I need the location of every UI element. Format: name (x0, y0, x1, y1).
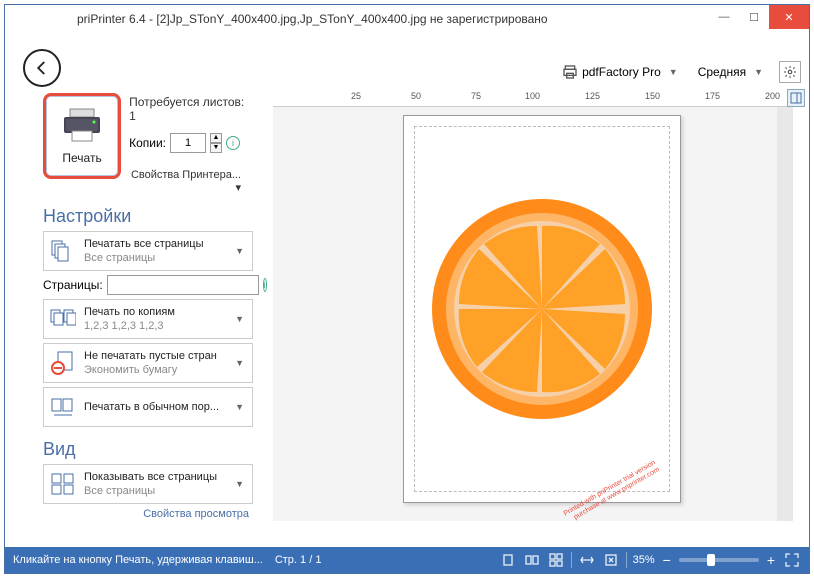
chevron-down-icon: ▼ (231, 479, 248, 489)
option-sub: Экономить бумагу (84, 363, 231, 377)
ruler-tick: 175 (705, 91, 720, 101)
settings-button[interactable] (779, 61, 801, 83)
zoom-out-button[interactable]: − (661, 553, 673, 567)
option-title: Печатать все страницы (84, 237, 231, 251)
topbar: pdfFactory Pro ▼ Средняя ▼ (558, 61, 801, 83)
ruler-tick: 25 (351, 91, 361, 101)
copies-label: Копии: (129, 136, 166, 150)
status-page: Стр. 1 / 1 (275, 554, 322, 566)
option-title: Печатать в обычном пор... (84, 400, 231, 414)
sheets-required: Потребуется листов: 1 (129, 95, 253, 123)
pages-icon (48, 237, 78, 265)
status-right: 35% − + (499, 551, 801, 569)
view-header: Вид (43, 439, 253, 460)
titlebar: priPrinter 6.4 - [2]Jp_STonY_400x400.jpg… (5, 5, 809, 33)
maximize-button[interactable]: ☐ (739, 5, 769, 29)
statusbar: Кликайте на кнопку Печать, удерживая кла… (5, 547, 809, 573)
fullscreen-icon[interactable] (783, 551, 801, 569)
back-button[interactable] (23, 49, 61, 87)
close-button[interactable]: ✕ (769, 5, 809, 29)
ruler-tick: 100 (525, 91, 540, 101)
separator (626, 552, 627, 568)
orange-slice-image (427, 194, 657, 424)
zoom-slider[interactable] (679, 558, 759, 562)
order-icon (48, 393, 78, 421)
print-button-label: Печать (62, 151, 101, 165)
print-side-info: Потребуется листов: 1 Копии: ▲ ▼ i Свойс… (129, 93, 253, 194)
separator (571, 552, 572, 568)
printer-icon (60, 107, 104, 143)
option-title: Печать по копиям (84, 305, 231, 319)
info-icon[interactable]: i (263, 278, 267, 292)
info-icon[interactable]: i (226, 136, 240, 150)
pages-row: Страницы: i (43, 275, 253, 295)
window-title: priPrinter 6.4 - [2]Jp_STonY_400x400.jpg… (77, 12, 548, 26)
spin-down[interactable]: ▼ (210, 143, 222, 153)
page-preview[interactable]: Printed with priPrinter trial version pu… (403, 115, 681, 503)
print-section: Печать Потребуется листов: 1 Копии: ▲ ▼ … (43, 93, 253, 194)
window-controls: — ☐ ✕ (709, 5, 809, 29)
toggle-right-panel[interactable] (787, 89, 805, 107)
panel-icon (790, 92, 802, 104)
printer-icon (562, 64, 578, 80)
view-book-icon[interactable] (523, 551, 541, 569)
left-panel: Печать Потребуется листов: 1 Копии: ▲ ▼ … (43, 93, 253, 520)
printer-selector[interactable]: pdfFactory Pro ▼ (558, 62, 686, 82)
vertical-scrollbar[interactable] (777, 107, 793, 521)
skip-empty-option[interactable]: Не печатать пустые стран Экономить бумаг… (43, 343, 253, 383)
ruler-tick: 150 (645, 91, 660, 101)
fit-page-icon[interactable] (602, 551, 620, 569)
zoom-in-button[interactable]: + (765, 553, 777, 567)
no-print-icon (48, 349, 78, 377)
copies-row: Копии: ▲ ▼ i (129, 133, 253, 153)
zoom-value: 35% (633, 554, 655, 566)
ruler-tick: 200 (765, 91, 780, 101)
arrow-left-icon (33, 59, 51, 77)
page-content (414, 126, 670, 492)
option-title: Показывать все страницы (84, 470, 231, 484)
chevron-down-icon: ▼ (231, 314, 248, 324)
printer-properties-link[interactable]: Свойства Принтера... ▾ (129, 169, 253, 194)
print-button[interactable]: Печать (43, 93, 121, 179)
horizontal-ruler: 25 50 75 100 125 150 175 200 (273, 89, 793, 107)
pages-label: Страницы: (43, 278, 103, 292)
view-properties-link[interactable]: Свойства просмотра (43, 508, 253, 520)
preview-area[interactable]: Printed with priPrinter trial version pu… (273, 107, 793, 521)
option-sub: 1,2,3 1,2,3 1,2,3 (84, 319, 231, 333)
option-title: Не печатать пустые стран (84, 349, 231, 363)
chevron-down-icon: ▼ (750, 67, 767, 77)
show-all-pages-option[interactable]: Показывать все страницы Все страницы ▼ (43, 464, 253, 504)
app-window: priPrinter 6.4 - [2]Jp_STonY_400x400.jpg… (4, 4, 810, 574)
spin-up[interactable]: ▲ (210, 133, 222, 143)
normal-order-option[interactable]: Печатать в обычном пор... ▼ (43, 387, 253, 427)
collate-option[interactable]: Печать по копиям 1,2,3 1,2,3 1,2,3 ▼ (43, 299, 253, 339)
zoom-thumb[interactable] (707, 554, 715, 566)
gear-icon (783, 65, 797, 79)
settings-header: Настройки (43, 206, 253, 227)
option-sub: Все страницы (84, 484, 231, 498)
pages-grid-icon (48, 470, 78, 498)
minimize-button[interactable]: — (709, 5, 739, 29)
fit-width-icon[interactable] (578, 551, 596, 569)
quality-selector[interactable]: Средняя ▼ (694, 63, 771, 81)
pages-input[interactable] (107, 275, 259, 295)
print-all-pages-option[interactable]: Печатать все страницы Все страницы ▼ (43, 231, 253, 271)
ruler-tick: 75 (471, 91, 481, 101)
copies-input[interactable] (170, 133, 206, 153)
chevron-down-icon: ▼ (231, 358, 248, 368)
quality-label: Средняя (698, 65, 746, 79)
chevron-down-icon: ▼ (231, 246, 248, 256)
ruler-tick: 125 (585, 91, 600, 101)
collate-icon (48, 305, 78, 333)
status-hint: Кликайте на кнопку Печать, удерживая кла… (13, 554, 263, 566)
ruler-tick: 50 (411, 91, 421, 101)
view-multi-icon[interactable] (547, 551, 565, 569)
chevron-down-icon: ▼ (231, 402, 248, 412)
printer-name: pdfFactory Pro (582, 65, 661, 79)
chevron-down-icon: ▼ (665, 67, 682, 77)
view-single-icon[interactable] (499, 551, 517, 569)
option-sub: Все страницы (84, 251, 231, 265)
copies-spinner: ▲ ▼ (210, 133, 222, 153)
